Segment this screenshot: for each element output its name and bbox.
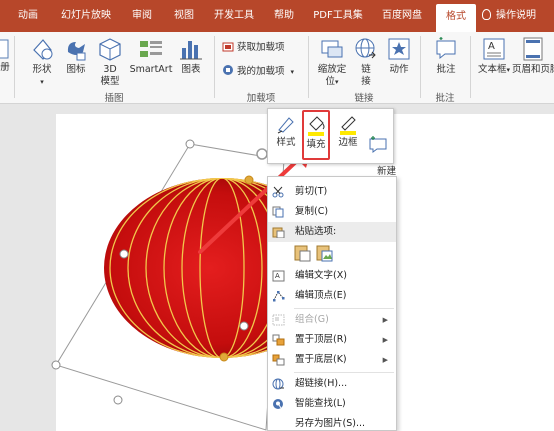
mini-toolbar: 样式 填充 边框 新建 批注 — [267, 108, 396, 188]
svg-text:A: A — [275, 272, 280, 280]
send-to-back-icon — [272, 354, 285, 366]
hyperlink-icon — [272, 378, 284, 390]
style-button[interactable]: 样式 — [273, 112, 299, 148]
resize-handle[interactable] — [51, 360, 61, 370]
edit-text-icon: A — [272, 270, 285, 282]
scissors-icon — [272, 186, 284, 198]
paste-picture-icon — [316, 245, 333, 262]
menu-item-group[interactable]: 组合(G) ▶ — [268, 310, 396, 330]
menu-item-hyperlink[interactable]: 超链接(H)... — [268, 374, 396, 394]
rotation-handle[interactable] — [256, 148, 268, 160]
paste-as-picture-button[interactable] — [316, 244, 333, 262]
style-brush-icon — [277, 117, 294, 134]
resize-handle[interactable] — [185, 139, 195, 149]
smart-lookup-icon — [273, 399, 283, 409]
vertex-handle[interactable] — [219, 352, 229, 362]
resize-handle[interactable] — [113, 395, 123, 405]
menu-item-send-to-back[interactable]: 置于底层(K) ▶ — [268, 350, 396, 370]
submenu-arrow-icon: ▶ — [382, 356, 388, 364]
menu-item-cut[interactable]: 剪切(T) — [268, 182, 396, 202]
menu-item-edit-points[interactable]: 编辑顶点(E) — [268, 286, 396, 306]
menu-item-smart-lookup[interactable]: 智能查找(L) — [268, 394, 396, 414]
outline-button[interactable]: 边框 — [335, 112, 361, 148]
edit-points-icon — [273, 291, 285, 302]
fill-button[interactable]: 填充 — [302, 110, 330, 160]
paste-keep-format-icon — [294, 245, 311, 262]
menu-item-save-as-picture[interactable]: 另存为图片(S)... — [268, 414, 396, 431]
menu-item-bring-to-front[interactable]: 置于顶层(R) ▶ — [268, 330, 396, 350]
paste-icon — [272, 227, 285, 238]
menu-item-edit-text[interactable]: A 编辑文字(X) — [268, 266, 396, 286]
copy-icon — [272, 206, 284, 218]
vertex-handle[interactable] — [244, 175, 254, 185]
pen-outline-icon — [340, 116, 356, 135]
menu-item-paste-options: 粘贴选项: — [268, 222, 396, 242]
menu-item-copy[interactable]: 复制(C) — [268, 202, 396, 222]
new-comment-icon — [369, 136, 387, 153]
bring-to-front-icon — [272, 334, 285, 346]
submenu-arrow-icon: ▶ — [382, 316, 388, 324]
group-icon — [272, 314, 285, 326]
paint-bucket-icon — [308, 116, 325, 136]
context-menu: 剪切(T) 复制(C) 粘贴选项: A 编辑文字(X) 编辑顶点(E) 组合(G… — [267, 176, 397, 431]
paste-keep-format-button[interactable] — [294, 244, 311, 262]
resize-handle[interactable] — [239, 321, 249, 331]
submenu-arrow-icon: ▶ — [382, 336, 388, 344]
resize-handle[interactable] — [119, 249, 129, 259]
